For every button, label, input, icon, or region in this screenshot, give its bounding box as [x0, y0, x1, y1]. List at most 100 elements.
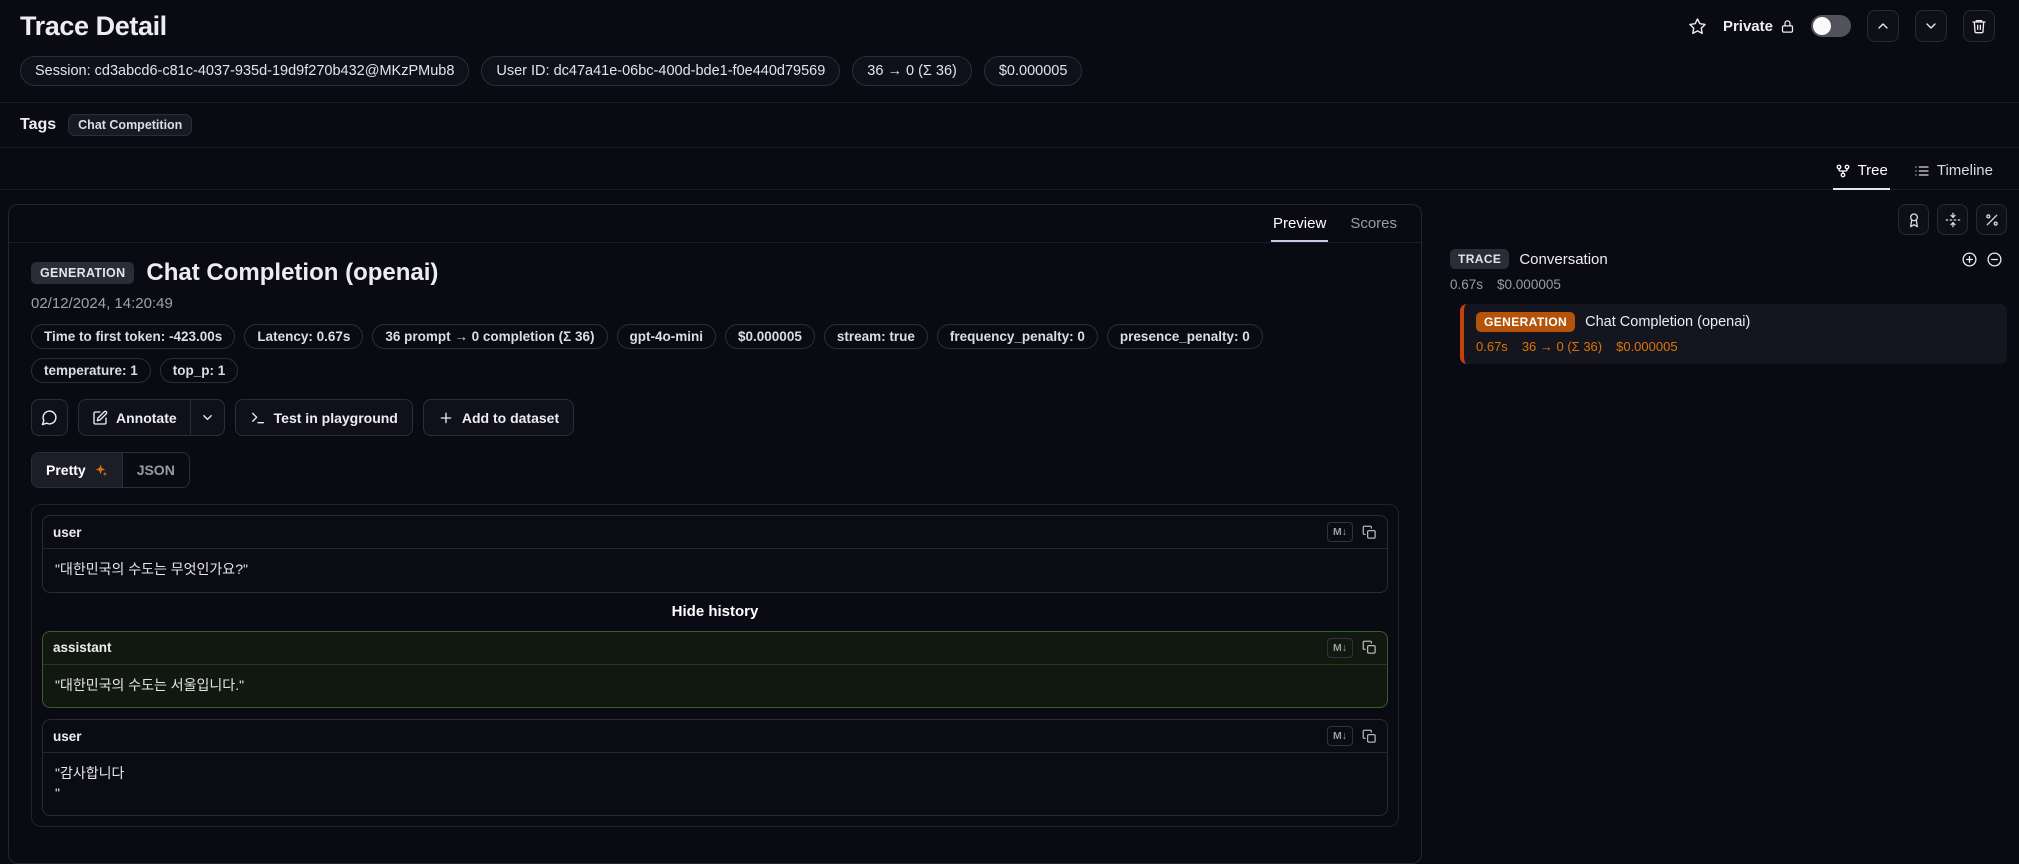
trace-cost: $0.000005	[1497, 277, 1561, 292]
message-header: user M↓	[43, 720, 1387, 754]
hide-history-button[interactable]: Hide history	[42, 603, 1388, 620]
generation-node[interactable]: GENERATION Chat Completion (openai) 0.67…	[1460, 304, 2007, 364]
privacy-status: Private	[1723, 18, 1795, 35]
markdown-toggle-button[interactable]: M↓	[1327, 726, 1353, 747]
tab-pretty[interactable]: Pretty	[32, 453, 122, 487]
tab-tree[interactable]: Tree	[1832, 156, 1891, 190]
prev-trace-button[interactable]	[1867, 10, 1899, 42]
user-id-badge[interactable]: User ID: dc47a41e-06bc-400d-bde1-f0e440d…	[481, 56, 841, 86]
trace-metrics: 0.67s $0.000005	[1446, 271, 2007, 304]
message-content: "감사합니다 "	[55, 765, 125, 801]
award-icon	[1909, 212, 1918, 227]
annotate-dropdown-button[interactable]	[189, 400, 224, 435]
cost-badge: $0.000005	[983, 56, 1083, 86]
generation-node-title: Chat Completion (openai)	[1585, 314, 1751, 330]
tab-timeline[interactable]: Timeline	[1912, 156, 1995, 189]
top-bar: Trace Detail Private	[0, 0, 2019, 48]
pen-icon	[93, 410, 108, 425]
copy-icon	[1362, 640, 1376, 654]
tab-scores[interactable]: Scores	[1338, 205, 1409, 242]
playground-button[interactable]: Test in playground	[234, 399, 413, 436]
scores-toggle-button[interactable]	[1898, 204, 1929, 235]
generation-node-badge: GENERATION	[1476, 312, 1576, 332]
collapse-nodes-button[interactable]	[1986, 251, 2003, 268]
collapse-all-button[interactable]	[1937, 204, 1968, 235]
meta-badges-row: Session: cd3abcd6-c81c-4037-935d-19d9f27…	[0, 48, 2019, 103]
trace-node-tools	[1961, 251, 2003, 268]
minus-circle-icon	[1987, 251, 2002, 267]
chevron-up-icon	[1878, 23, 1888, 29]
message-block-assistant: assistant M↓ "대한민국의 수도는 서울입니다."	[42, 630, 1388, 709]
tags-row: Tags Chat Competition	[0, 103, 2019, 148]
message-block-user-1: user M↓ "대한민국의 수도는 무엇인가요?"	[42, 515, 1388, 593]
trash-icon	[1972, 20, 1986, 34]
pill-token-usage: 36 prompt → 0 completion (Σ 36)	[372, 324, 608, 349]
comment-icon	[41, 410, 57, 426]
copy-icon	[1362, 729, 1376, 743]
pill-time-to-first-token: Time to first token: -423.00s	[31, 324, 236, 349]
privacy-label: Private	[1722, 17, 1773, 35]
tab-json[interactable]: JSON	[121, 453, 189, 487]
trace-type-badge: TRACE	[1450, 249, 1510, 269]
chevron-down-icon	[202, 415, 212, 420]
generation-title: Chat Completion (openai)	[146, 259, 439, 286]
trace-detail-page: Trace Detail Private Session: cd3abcd6-c…	[0, 0, 2019, 864]
generation-node-metrics: 0.67s 36 → 0 (Σ 36) $0.000005	[1476, 339, 1995, 354]
trace-name: Conversation	[1519, 250, 1608, 268]
trace-node[interactable]: TRACE Conversation	[1446, 247, 2007, 271]
generation-node-cost: $0.000005	[1616, 339, 1678, 354]
preview-card: Preview Scores GENERATION Chat Completio…	[8, 204, 1422, 864]
page-title: Trace Detail	[20, 10, 167, 41]
tab-preview[interactable]: Preview	[1261, 205, 1338, 242]
message-tools: M↓	[1327, 522, 1377, 542]
share-toggle-knob	[1813, 17, 1831, 35]
generation-node-tokens: 36 → 0 (Σ 36)	[1521, 339, 1603, 354]
pill-presence-penalty: presence_penalty: 0	[1106, 324, 1263, 349]
comment-button[interactable]	[31, 399, 68, 436]
add-to-dataset-label: Add to dataset	[461, 409, 560, 426]
share-toggle[interactable]	[1811, 15, 1851, 37]
terminal-icon	[251, 412, 264, 423]
message-block-user-2: user M↓ "감사합니다 "	[42, 719, 1388, 817]
generation-node-latency: 0.67s	[1476, 339, 1508, 354]
percent-icon	[1985, 213, 1998, 226]
session-badge[interactable]: Session: cd3abcd6-c81c-4037-935d-19d9f27…	[20, 56, 470, 86]
tab-tree-label: Tree	[1857, 162, 1888, 179]
add-to-dataset-button[interactable]: Add to dataset	[422, 399, 575, 436]
annotate-label: Annotate	[116, 409, 177, 426]
delete-trace-button[interactable]	[1963, 10, 1995, 42]
pill-temperature: temperature: 1	[31, 358, 151, 383]
chevron-down-icon	[1926, 23, 1936, 29]
copy-button[interactable]	[1362, 729, 1377, 744]
trace-tree-panel: TRACE Conversation 0.67s $0.000005 GENER	[1446, 204, 2011, 364]
generation-timestamp: 02/12/2024, 14:20:49	[31, 295, 173, 312]
generation-node-row: GENERATION Chat Completion (openai)	[1476, 312, 1995, 332]
generation-detail-pills: Time to first token: -423.00s Latency: 0…	[31, 324, 1381, 383]
timeline-icon	[1915, 165, 1929, 176]
tags-label: Tags	[20, 116, 57, 133]
tab-timeline-label: Timeline	[1936, 162, 1993, 179]
action-buttons-row: Annotate Test in playground Add to datas…	[31, 399, 1399, 436]
pill-cost: $0.000005	[725, 324, 815, 349]
pill-top-p: top_p: 1	[159, 358, 239, 383]
expand-all-button[interactable]	[1961, 251, 1978, 268]
markdown-toggle-button[interactable]: M↓	[1327, 522, 1353, 542]
generation-header: GENERATION Chat Completion (openai)	[31, 259, 1399, 287]
view-tabs: Tree Timeline	[0, 148, 2019, 190]
metrics-toggle-button[interactable]	[1976, 204, 2007, 235]
message-header: assistant M↓	[43, 632, 1387, 665]
plus-icon	[440, 412, 452, 423]
copy-button[interactable]	[1362, 640, 1377, 655]
format-tabs: Pretty JSON	[31, 452, 190, 488]
copy-button[interactable]	[1362, 525, 1377, 540]
message-header: user M↓	[43, 516, 1387, 549]
markdown-toggle-button[interactable]: M↓	[1327, 637, 1353, 658]
io-container: user M↓ "대한민국의 수도는 무엇인가요?" Hide history	[31, 504, 1399, 828]
message-role: user	[53, 524, 82, 540]
favorite-button[interactable]	[1688, 17, 1707, 36]
annotate-button[interactable]: Annotate	[79, 400, 190, 435]
tag-chat-competition[interactable]: Chat Competition	[68, 114, 193, 136]
message-role: user	[53, 728, 82, 744]
next-trace-button[interactable]	[1915, 10, 1947, 42]
pill-latency: Latency: 0.67s	[244, 324, 364, 349]
